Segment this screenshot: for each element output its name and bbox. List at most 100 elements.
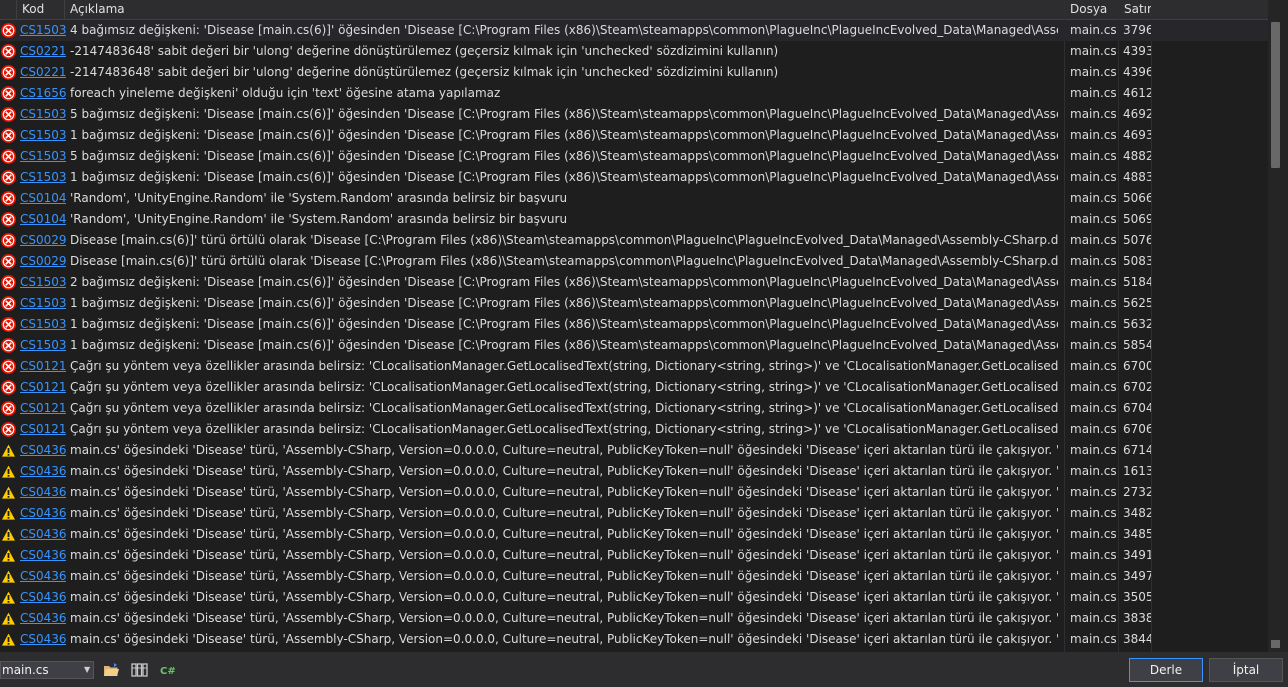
error-file: main.cs	[1070, 611, 1117, 625]
column-header-code[interactable]: Kod	[17, 0, 65, 19]
error-code-link[interactable]: CS0436	[20, 503, 66, 524]
open-folder-icon[interactable]	[103, 662, 120, 678]
error-code-link[interactable]: CS1503	[20, 146, 66, 167]
error-file: main.cs	[1070, 296, 1117, 310]
references-icon[interactable]	[131, 662, 148, 678]
error-description: 5 bağımsız değişkeni: 'Disease [main.cs(…	[70, 107, 1058, 121]
error-code-link[interactable]: CS0436	[20, 629, 66, 650]
error-row[interactable]: CS0029 Disease [main.cs(6)]' türü örtülü …	[0, 230, 1268, 251]
column-header-file[interactable]: Dosya	[1065, 0, 1119, 19]
error-description: 1 bağımsız değişkeni: 'Disease [main.cs(…	[70, 317, 1058, 331]
error-code-link[interactable]: CS0436	[20, 482, 66, 503]
file-selector-dropdown[interactable]: main.cs ▼	[0, 661, 94, 679]
error-code-link[interactable]: CS1503	[20, 293, 66, 314]
error-line: 2732	[1123, 485, 1151, 499]
error-row[interactable]: CS0436 main.cs' öğesindeki 'Disease' türü…	[0, 608, 1268, 629]
error-row[interactable]: CS1503 5 bağımsız değişkeni: 'Disease [ma…	[0, 104, 1268, 125]
error-description: main.cs' öğesindeki 'Disease' türü, 'Ass…	[70, 590, 1058, 604]
error-code-link[interactable]: CS0436	[20, 545, 66, 566]
error-icon	[0, 232, 17, 249]
error-row[interactable]: CS0436 main.cs' öğesindeki 'Disease' türü…	[0, 440, 1268, 461]
warning-icon	[0, 568, 17, 585]
error-code-link[interactable]: CS1503	[20, 20, 66, 41]
error-code-link[interactable]: CS1656	[20, 83, 66, 104]
csharp-icon[interactable]: C#	[160, 662, 177, 678]
error-row[interactable]: CS0029 Disease [main.cs(6)]' türü örtülü …	[0, 251, 1268, 272]
column-header-description[interactable]: Açıklama	[65, 0, 1065, 19]
error-code-link[interactable]: CS0121	[20, 419, 66, 440]
error-row[interactable]: CS0436 main.cs' öğesindeki 'Disease' türü…	[0, 587, 1268, 608]
error-row[interactable]: CS0121 Çağrı şu yöntem veya özellikler ar…	[0, 377, 1268, 398]
error-line: 4393	[1123, 44, 1151, 58]
error-row[interactable]: CS1503 4 bağımsız değişkeni: 'Disease [ma…	[0, 20, 1268, 41]
error-code-link[interactable]: CS0221	[20, 62, 66, 83]
scrollbar-thumb-bottom[interactable]	[1271, 640, 1280, 648]
error-code-link[interactable]: CS1503	[20, 167, 66, 188]
error-description: main.cs' öğesindeki 'Disease' türü, 'Ass…	[70, 548, 1058, 562]
error-row[interactable]: CS0221 -2147483648' sabit değeri bir 'ulo…	[0, 41, 1268, 62]
error-row[interactable]: CS0436 main.cs' öğesindeki 'Disease' türü…	[0, 482, 1268, 503]
error-code-link[interactable]: CS0104	[20, 209, 66, 230]
error-row[interactable]: CS0104 'Random', 'UnityEngine.Random' ile…	[0, 209, 1268, 230]
error-row[interactable]: CS1503 1 bağımsız değişkeni: 'Disease [ma…	[0, 293, 1268, 314]
error-file: main.cs	[1070, 422, 1117, 436]
error-row[interactable]: CS0121 Çağrı şu yöntem veya özellikler ar…	[0, 398, 1268, 419]
error-row[interactable]: CS1503 1 bağımsız değişkeni: 'Disease [ma…	[0, 167, 1268, 188]
error-row[interactable]: CS1503 2 bağımsız değişkeni: 'Disease [ma…	[0, 272, 1268, 293]
error-description: 2 bağımsız değişkeni: 'Disease [main.cs(…	[70, 275, 1058, 289]
column-header-severity[interactable]	[0, 0, 17, 19]
error-row[interactable]: CS0436 main.cs' öğesindeki 'Disease' türü…	[0, 503, 1268, 524]
error-icon	[0, 379, 17, 396]
cancel-button[interactable]: İptal	[1209, 658, 1283, 682]
error-file: main.cs	[1070, 170, 1117, 184]
error-code-link[interactable]: CS1503	[20, 314, 66, 335]
error-row[interactable]: CS1656 foreach yineleme değişkeni' olduğu…	[0, 83, 1268, 104]
error-row[interactable]: CS0436 main.cs' öğesindeki 'Disease' türü…	[0, 524, 1268, 545]
error-line: 3505	[1123, 590, 1151, 604]
error-code-link[interactable]: CS0104	[20, 188, 66, 209]
error-code-link[interactable]: CS0436	[20, 524, 66, 545]
error-code-link[interactable]: CS0121	[20, 377, 66, 398]
error-row[interactable]: CS0121 Çağrı şu yöntem veya özellikler ar…	[0, 419, 1268, 440]
error-row[interactable]: CS0436 main.cs' öğesindeki 'Disease' türü…	[0, 629, 1268, 650]
error-code-link[interactable]: CS1503	[20, 125, 66, 146]
error-row[interactable]: CS0436 main.cs' öğesindeki 'Disease' türü…	[0, 566, 1268, 587]
error-row[interactable]: CS0436 main.cs' öğesindeki 'Disease' türü…	[0, 461, 1268, 482]
error-code-link[interactable]: CS1503	[20, 104, 66, 125]
error-description: Disease [main.cs(6)]' türü örtülü olarak…	[70, 254, 1058, 268]
error-code-link[interactable]: CS0436	[20, 566, 66, 587]
error-line: 4883	[1123, 170, 1151, 184]
error-code-link[interactable]: CS0029	[20, 230, 66, 251]
error-description: Disease [main.cs(6)]' türü örtülü olarak…	[70, 233, 1058, 247]
error-file: main.cs	[1070, 128, 1117, 142]
error-code-link[interactable]: CS0221	[20, 41, 66, 62]
error-code-link[interactable]: CS0436	[20, 587, 66, 608]
error-row[interactable]: CS1503 1 bağımsız değişkeni: 'Disease [ma…	[0, 314, 1268, 335]
error-code-link[interactable]: CS0436	[20, 608, 66, 629]
error-row[interactable]: CS1503 5 bağımsız değişkeni: 'Disease [ma…	[0, 146, 1268, 167]
error-code-link[interactable]: CS0436	[20, 461, 66, 482]
error-description: main.cs' öğesindeki 'Disease' türü, 'Ass…	[70, 611, 1058, 625]
error-code-link[interactable]: CS1503	[20, 335, 66, 356]
error-file: main.cs	[1070, 23, 1117, 37]
error-file: main.cs	[1070, 548, 1117, 562]
error-code-link[interactable]: CS0029	[20, 251, 66, 272]
error-file: main.cs	[1070, 506, 1117, 520]
error-row[interactable]: CS0436 main.cs' öğesindeki 'Disease' türü…	[0, 545, 1268, 566]
error-file: main.cs	[1070, 275, 1117, 289]
error-code-link[interactable]: CS1503	[20, 272, 66, 293]
column-header-line[interactable]: Satır	[1119, 0, 1152, 19]
error-line: 5184	[1123, 275, 1151, 289]
error-row[interactable]: CS1503 1 bağımsız değişkeni: 'Disease [ma…	[0, 125, 1268, 146]
error-row[interactable]: CS0221 -2147483648' sabit değeri bir 'ulo…	[0, 62, 1268, 83]
error-row[interactable]: CS0121 Çağrı şu yöntem veya özellikler ar…	[0, 356, 1268, 377]
error-code-link[interactable]: CS0121	[20, 356, 66, 377]
error-code-link[interactable]: CS0436	[20, 440, 66, 461]
error-row[interactable]: CS0104 'Random', 'UnityEngine.Random' ile…	[0, 188, 1268, 209]
error-list: Kod Açıklama Dosya Satır CS1503 4 bağımsı…	[0, 0, 1268, 652]
error-code-link[interactable]: CS0121	[20, 398, 66, 419]
scrollbar-thumb[interactable]	[1271, 22, 1280, 168]
error-row[interactable]: CS1503 1 bağımsız değişkeni: 'Disease [ma…	[0, 335, 1268, 356]
error-description: -2147483648' sabit değeri bir 'ulong' de…	[70, 65, 779, 79]
compile-button[interactable]: Derle	[1129, 658, 1203, 682]
